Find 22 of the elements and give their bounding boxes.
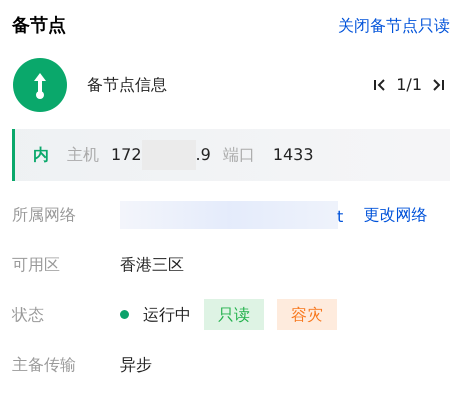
field-label: 所属网络 <box>12 204 77 226</box>
page-indicator: 1/1 <box>396 74 422 96</box>
change-network-link[interactable]: 更改网络 <box>363 202 428 226</box>
host-value-start: 172 <box>111 144 142 166</box>
status-tag: 只读 <box>204 299 264 330</box>
arrow-up-icon <box>12 57 68 113</box>
network-value: t <box>337 206 344 228</box>
port-value: 1433 <box>272 144 314 166</box>
host-label: 主机 <box>67 144 99 166</box>
field-label: 状态 <box>12 304 45 326</box>
status-tag: 容灾 <box>277 299 337 330</box>
field-label: 主备传输 <box>12 354 77 376</box>
panel-title: 备节点 <box>12 14 66 38</box>
intranet-tag: 内 <box>33 143 49 167</box>
node-info-label: 备节点信息 <box>87 74 167 96</box>
port-label: 端口 <box>222 144 255 166</box>
status-text: 运行中 <box>143 304 191 326</box>
field-value: 香港三区 <box>120 254 184 276</box>
close-readonly-link[interactable]: 关闭备节点只读 <box>338 14 450 38</box>
host-value-end: .9 <box>196 144 211 166</box>
field-label: 可用区 <box>12 254 61 276</box>
field-value: 异步 <box>120 354 152 376</box>
